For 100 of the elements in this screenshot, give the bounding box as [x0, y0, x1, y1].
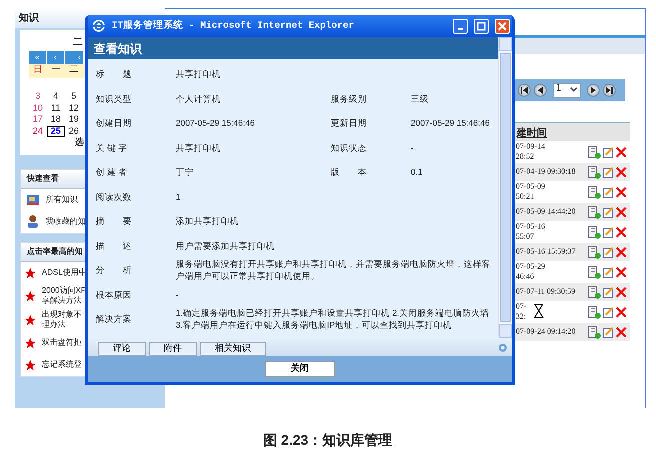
calendar-day[interactable]: 17	[29, 114, 47, 126]
edit-icon[interactable]	[603, 186, 614, 198]
calendar-day[interactable]: 19	[65, 114, 83, 126]
table-cell-text: 07-09-14 28:52	[516, 142, 546, 162]
next-page-button[interactable]	[587, 84, 600, 96]
delete-icon[interactable]	[616, 286, 627, 298]
field-value: 1.确定服务端电脑已经打开共享账户和设置共享打印机 2.关闭服务端电脑防火墙 3.客户端用户在运行中键入服务端电脑IP地址，可以查找到共享打印机	[176, 307, 491, 332]
delete-icon[interactable]	[616, 206, 627, 218]
edit-icon[interactable]	[603, 306, 614, 318]
add-document-icon[interactable]	[588, 226, 601, 238]
add-document-icon[interactable]	[588, 286, 601, 298]
tab[interactable]: 相关知识	[200, 342, 266, 356]
folder-icon	[26, 193, 40, 207]
table-cell-text: 07-09-24 09:14:20	[516, 327, 577, 337]
edit-icon[interactable]	[603, 226, 614, 238]
field-value: 0.1	[411, 166, 424, 178]
article-link[interactable]: 忘记系统登	[42, 360, 82, 370]
field-label: 创建日期	[96, 117, 133, 130]
calendar-day[interactable]: 18	[47, 114, 65, 126]
article-link[interactable]: 双击盘符拒	[42, 338, 82, 348]
person-icon	[26, 215, 40, 229]
star-icon	[25, 268, 36, 278]
weekday: 一	[50, 64, 62, 76]
field-label: 服务级别	[331, 92, 368, 105]
minimize-button[interactable]	[453, 18, 468, 34]
star-icon	[25, 360, 36, 370]
calendar-day[interactable]: 11	[47, 102, 65, 114]
delete-icon[interactable]	[616, 246, 627, 258]
field-value: -	[411, 142, 415, 154]
field-value: 用户需要添加共享打印机	[176, 240, 276, 252]
delete-icon[interactable]	[616, 326, 627, 338]
add-document-icon[interactable]	[588, 146, 601, 158]
add-document-icon[interactable]	[588, 326, 601, 338]
field-value: 2007-05-29 15:46:46	[411, 117, 491, 130]
table-cell-text: 07-05-16 15:59:37	[516, 247, 577, 257]
star-icon	[25, 314, 36, 326]
add-document-icon[interactable]	[588, 246, 601, 258]
close-icon	[498, 22, 507, 30]
edit-icon[interactable]	[603, 206, 614, 218]
delete-icon[interactable]	[616, 266, 627, 278]
calendar-day[interactable]: 3	[29, 91, 47, 102]
field-value: 2007-05-29 15:46:46	[176, 117, 256, 130]
scrollbar[interactable]	[498, 37, 512, 338]
star-icon	[25, 290, 36, 302]
field-label: 更新日期	[331, 117, 368, 130]
delete-icon[interactable]	[616, 186, 627, 198]
tab[interactable]: 评论	[98, 342, 146, 356]
column-header[interactable]: 建时间	[515, 123, 630, 141]
quick-link[interactable]: 我收藏的知	[46, 216, 86, 228]
delete-icon[interactable]	[616, 306, 627, 318]
previous-page-button[interactable]	[534, 84, 547, 96]
circle-icon	[498, 343, 508, 353]
table-cell-text: 07-05-09 50:21	[516, 182, 546, 202]
edit-icon[interactable]	[603, 166, 614, 178]
maximize-button[interactable]	[474, 18, 489, 34]
add-document-icon[interactable]	[588, 266, 601, 278]
close-dialog-button[interactable]: 关闭	[265, 361, 335, 377]
calendar-month: 二	[73, 37, 83, 48]
add-document-icon[interactable]	[588, 206, 601, 218]
field-label: 分 析	[96, 264, 133, 276]
field-label: 版 本	[331, 166, 368, 178]
edit-icon[interactable]	[603, 146, 614, 158]
calendar-day[interactable]: 26	[65, 126, 83, 137]
edit-icon[interactable]	[603, 326, 614, 338]
field-value: 三级	[411, 92, 430, 105]
calendar-day[interactable]: 12	[65, 102, 83, 114]
add-document-icon[interactable]	[588, 166, 601, 178]
edit-icon[interactable]	[603, 246, 614, 258]
edit-icon[interactable]	[603, 266, 614, 278]
table-cell-text: 07-05-09 14:44:20	[516, 207, 577, 217]
delete-icon[interactable]	[616, 226, 627, 238]
table-cell-text: 07-04-19 09:30:18	[516, 167, 577, 177]
calendar-day[interactable]: 24	[29, 126, 47, 137]
edit-icon[interactable]	[603, 286, 614, 298]
first-page-button[interactable]	[518, 84, 531, 96]
table-cell: 07- 32:	[516, 302, 588, 322]
star-icon	[25, 338, 36, 348]
calendar-footer[interactable]: 选	[75, 137, 84, 147]
tab[interactable]: 附件	[149, 342, 197, 356]
add-document-icon[interactable]	[588, 186, 601, 198]
last-page-icon	[605, 86, 614, 94]
calendar-day[interactable]: 5	[65, 91, 83, 102]
article-link[interactable]: 出现对象不 理办法	[42, 310, 82, 330]
field-label: 关 键 字	[96, 142, 129, 154]
quick-link[interactable]: 所有知识	[46, 194, 78, 206]
calendar-day[interactable]: 4	[47, 91, 65, 102]
field-label: 标 题	[96, 68, 133, 80]
first-page-icon	[520, 86, 529, 94]
calendar-day[interactable]: 10	[29, 102, 47, 114]
field-value: 添加共享打印机	[176, 215, 240, 228]
field-value: 共享打印机	[176, 68, 222, 80]
add-document-icon[interactable]	[588, 306, 601, 318]
calendar-day[interactable]: 25	[47, 126, 65, 137]
delete-icon[interactable]	[616, 146, 627, 158]
delete-icon[interactable]	[616, 166, 627, 178]
page-select[interactable]: 1	[553, 82, 581, 98]
close-button[interactable]	[495, 18, 510, 34]
minimize-icon	[458, 28, 463, 30]
table-cell-text: 07-07-11 09:30:59	[516, 287, 576, 297]
last-page-button[interactable]	[603, 84, 616, 96]
